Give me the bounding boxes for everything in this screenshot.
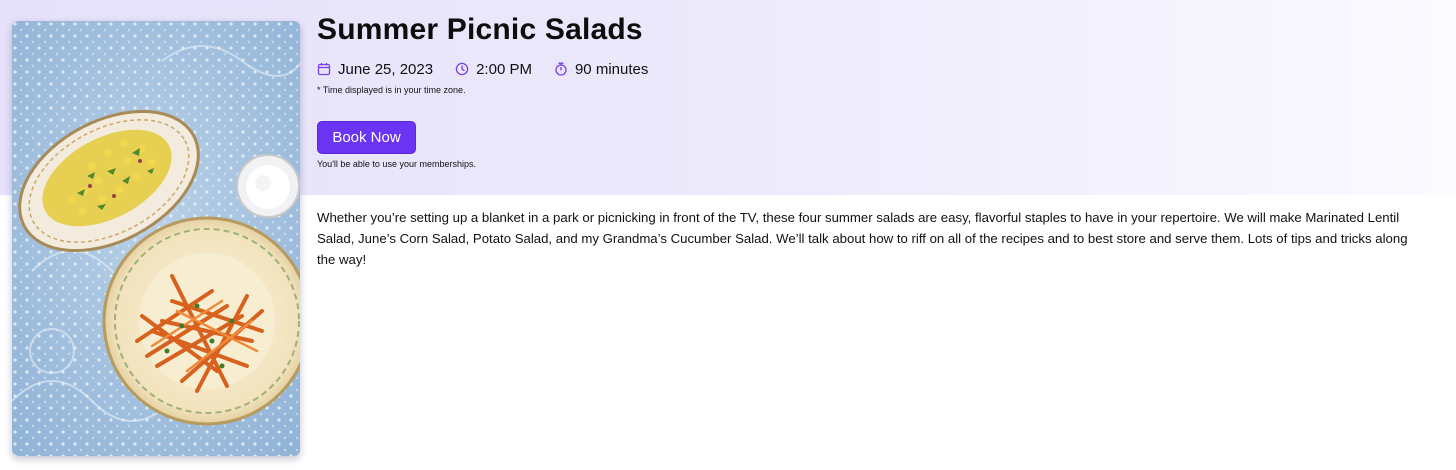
event-time: 2:00 PM [455, 61, 532, 78]
event-time-text: 2:00 PM [476, 60, 532, 78]
timezone-note: * Time displayed is in your time zone. [317, 85, 466, 95]
event-meta: June 25, 2023 2:00 PM 90 minutes [317, 58, 670, 80]
event-duration-text: 90 minutes [574, 60, 649, 78]
stopwatch-icon [554, 62, 568, 76]
salad-illustration [12, 21, 300, 456]
book-now-button[interactable]: Book Now [317, 121, 416, 154]
event-image [12, 21, 300, 456]
event-page: Summer Picnic Salads June 25, 2023 2:00 [0, 0, 1456, 470]
event-title: Summer Picnic Salads [317, 13, 643, 46]
calendar-icon [317, 62, 331, 76]
clock-icon [455, 62, 469, 76]
event-date-text: June 25, 2023 [338, 60, 434, 78]
event-duration: 90 minutes [554, 61, 648, 78]
carrot-salad-plate [102, 216, 300, 426]
event-date: June 25, 2023 [317, 61, 433, 78]
flour-bowl [236, 154, 300, 218]
event-description: Whether you’re setting up a blanket in a… [317, 210, 1408, 267]
membership-note: You'll be able to use your memberships. [317, 159, 476, 169]
